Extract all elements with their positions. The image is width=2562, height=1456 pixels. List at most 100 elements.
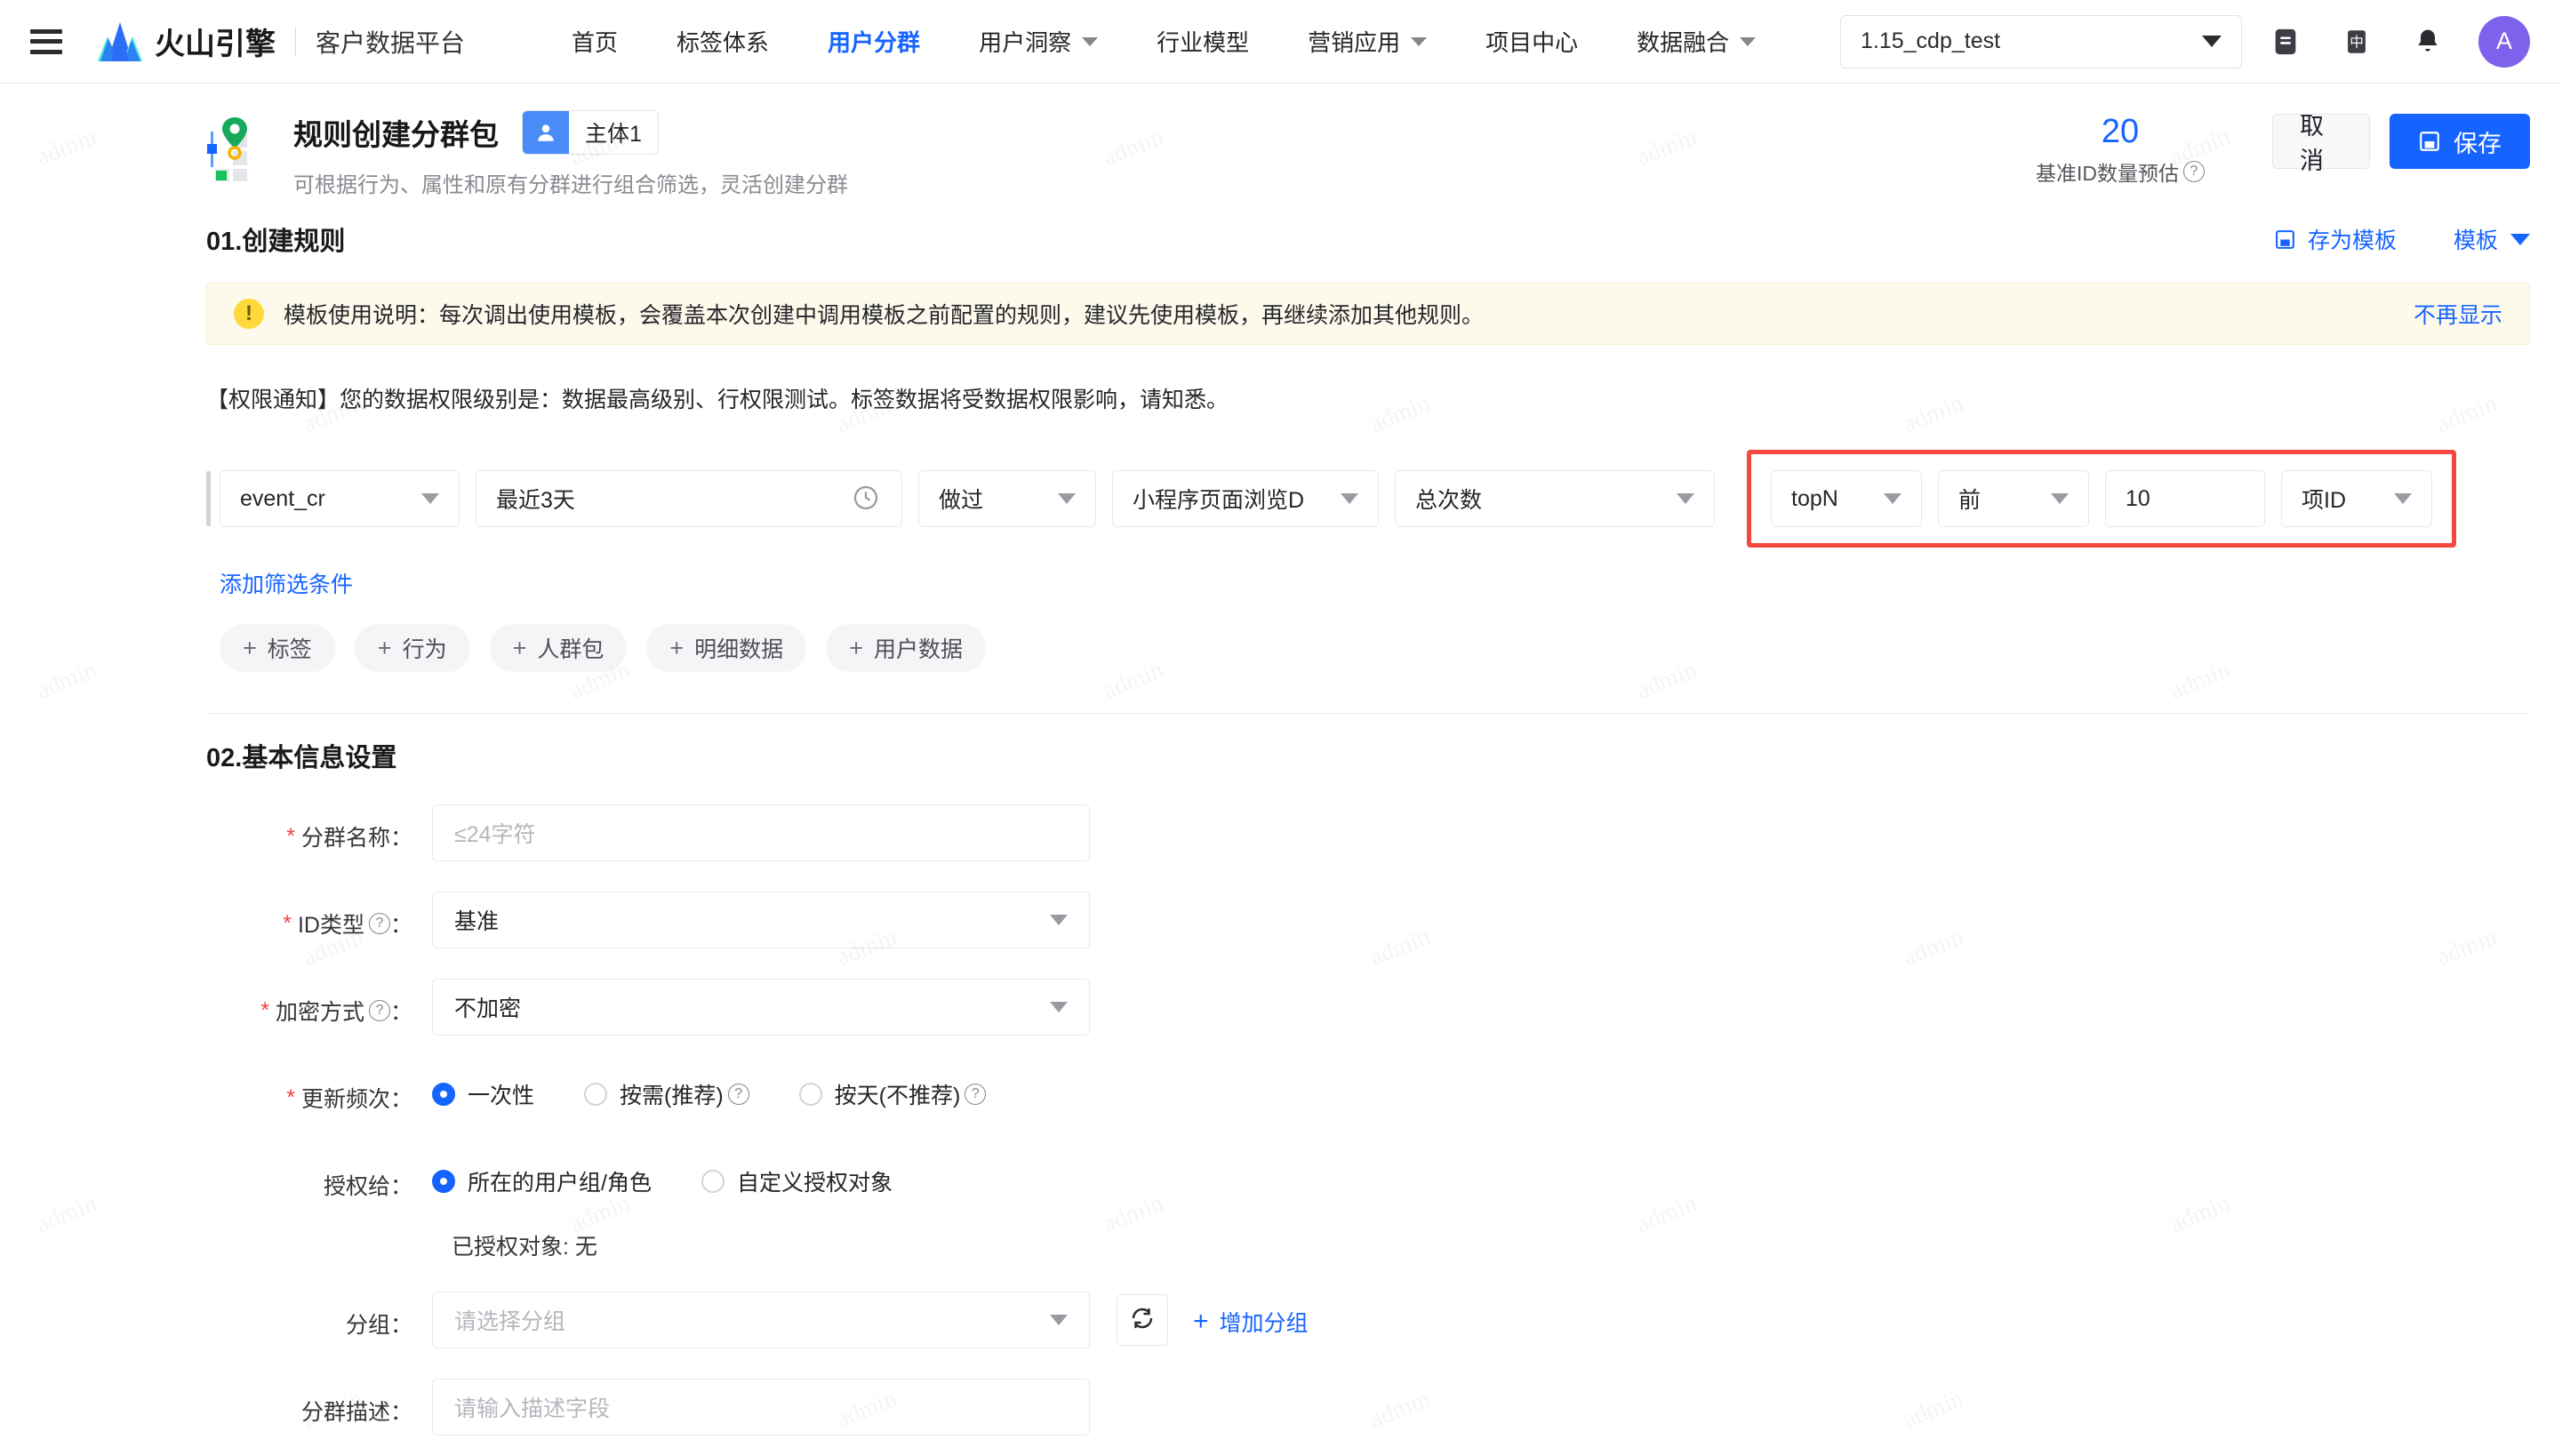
nav-label: 首页 — [572, 29, 619, 56]
grant-option-custom[interactable]: 自定义授权对象 — [701, 1165, 893, 1197]
add-crowd-package-label: 人群包 — [537, 637, 604, 662]
help-icon[interactable]: ? — [965, 1084, 987, 1105]
chevron-down-icon — [421, 493, 439, 504]
workspace-icon[interactable] — [2258, 14, 2313, 69]
brand-name: 火山引擎 — [155, 28, 276, 61]
template-usage-notice: ! 模板使用说明：每次调出使用模板，会覆盖本次创建中调用模板之前配置的规则，建议… — [206, 283, 2530, 345]
language-icon[interactable]: 中 — [2329, 14, 2384, 69]
add-detail-data-chip[interactable]: + 明细数据 — [646, 624, 807, 672]
save-button[interactable]: 保存 — [2390, 114, 2530, 169]
radio-dot-icon — [584, 1083, 608, 1106]
form-row-id-type: * ID类型 ? ： 基准 — [206, 892, 2530, 948]
chevron-down-icon — [1884, 493, 1901, 504]
event-name-select[interactable]: 小程序页面浏览D — [1112, 470, 1379, 527]
clock-icon — [852, 484, 882, 514]
date-range-value: 最近3天 — [496, 488, 575, 513]
bell-icon[interactable] — [2400, 14, 2455, 69]
freq-option-on-demand[interactable]: 按需(推荐) ? — [584, 1078, 749, 1110]
section-02-title: 02.基本信息设置 — [206, 744, 397, 772]
estimate-block: 20 基准ID数量预估 ? — [2036, 113, 2205, 187]
avatar[interactable]: A — [2478, 15, 2530, 68]
nav-item-home[interactable]: 首页 — [572, 25, 618, 58]
add-behavior-chip[interactable]: + 行为 — [354, 624, 470, 672]
rule-row-indicator — [206, 471, 211, 526]
help-icon[interactable]: ? — [368, 913, 390, 934]
freq-option-one-time[interactable]: 一次性 — [432, 1078, 534, 1110]
add-tag-chip[interactable]: + 标签 — [220, 624, 335, 672]
save-button-label: 保存 — [2454, 130, 2502, 157]
subject-badge[interactable]: 主体1 — [522, 110, 659, 155]
grant-option-user-group[interactable]: 所在的用户组/角色 — [432, 1165, 652, 1197]
nav-item-project-center[interactable]: 项目中心 — [1485, 25, 1578, 58]
nav-item-user-segmentation[interactable]: 用户分群 — [828, 25, 920, 58]
chevron-down-icon — [1050, 1002, 1068, 1012]
template-dropdown[interactable]: 模板 — [2454, 223, 2530, 255]
add-crowd-package-chip[interactable]: + 人群包 — [489, 624, 628, 672]
nav-item-industry-model[interactable]: 行业模型 — [1157, 25, 1249, 58]
event-select[interactable]: event_cr — [220, 470, 460, 527]
id-type-select[interactable]: 基准 — [432, 892, 1090, 948]
topn-direction-select[interactable]: 前 — [1938, 470, 2089, 527]
required-marker: * — [260, 997, 269, 1023]
help-icon[interactable]: ? — [727, 1084, 749, 1105]
nav-item-user-insight[interactable]: 用户洞察 — [979, 25, 1099, 58]
app-root: 火山引擎 客户数据平台 首页 标签体系 用户分群 用户洞察 行业模型 营销应用 — [0, 0, 2562, 1456]
topn-count-input[interactable]: 10 — [2105, 470, 2265, 527]
chevron-down-icon — [1050, 915, 1068, 925]
id-type-label: ID类型 — [297, 913, 364, 938]
topn-highlight-box: topN 前 10 项ID — [1747, 450, 2456, 548]
topn-direction-value: 前 — [1958, 488, 1982, 513]
date-range-select[interactable]: 最近3天 — [476, 470, 902, 527]
nav-item-data-fusion[interactable]: 数据融合 — [1637, 25, 1757, 58]
plus-icon: + — [512, 634, 527, 661]
form-row-description: 分群描述： 请输入描述字段 — [206, 1379, 2530, 1436]
nav-label: 用户分群 — [828, 29, 921, 56]
estimate-label-row: 基准ID数量预估 ? — [2036, 156, 2205, 187]
permission-note: 【权限通知】您的数据权限级别是：数据最高级别、行权限测试。标签数据将受数据权限影… — [206, 388, 1229, 412]
id-type-value: 基准 — [454, 909, 500, 934]
nav-label: 用户洞察 — [979, 29, 1072, 56]
add-user-data-chip[interactable]: + 用户数据 — [826, 624, 986, 672]
save-as-template-button[interactable]: 存为模板 — [2274, 223, 2397, 255]
description-input[interactable]: 请输入描述字段 — [432, 1379, 1090, 1436]
save-disk-icon — [2418, 130, 2441, 153]
aggregate-select[interactable]: 总次数 — [1395, 470, 1715, 527]
add-filter-condition-link[interactable]: 添加筛选条件 — [220, 567, 353, 599]
help-icon[interactable]: ? — [368, 1000, 390, 1021]
event-select-value: event_cr — [240, 485, 325, 511]
chevron-down-icon — [2051, 493, 2069, 504]
dismiss-notice-link[interactable]: 不再显示 — [2414, 298, 2502, 330]
radio-dot-icon — [432, 1083, 455, 1106]
nav-label: 行业模型 — [1157, 29, 1250, 56]
help-icon[interactable]: ? — [2183, 160, 2205, 182]
refresh-groups-button[interactable] — [1117, 1294, 1168, 1346]
grant-option-custom-label: 自定义授权对象 — [736, 1171, 893, 1196]
freq-option-daily-label: 按天(不推荐) — [834, 1084, 961, 1108]
required-marker: * — [283, 910, 292, 936]
segment-name-input[interactable]: ≤24字符 — [432, 804, 1090, 861]
nav-item-marketing-app[interactable]: 营销应用 — [1308, 25, 1428, 58]
chevron-down-icon — [2202, 36, 2222, 47]
hamburger-icon[interactable] — [30, 28, 62, 54]
project-selector[interactable]: 1.15_cdp_test — [1840, 14, 2242, 68]
chevron-down-icon — [1082, 36, 1099, 46]
behavior-condition-select[interactable]: 做过 — [918, 470, 1096, 527]
chevron-down-icon — [1411, 36, 1428, 46]
group-select-placeholder: 请选择分组 — [454, 1309, 566, 1334]
encryption-label-wrap: * 加密方式 ? ： — [206, 979, 412, 1028]
grant-to-radio-group: 所在的用户组/角色 自定义授权对象 — [432, 1153, 942, 1210]
warning-icon: ! — [234, 299, 264, 329]
section-divider — [206, 713, 2530, 714]
add-group-button[interactable]: + 增加分组 — [1193, 1306, 1309, 1338]
group-select[interactable]: 请选择分组 — [432, 1292, 1090, 1348]
freq-option-daily[interactable]: 按天(不推荐) ? — [798, 1078, 987, 1110]
nav-item-tag-system[interactable]: 标签体系 — [677, 25, 769, 58]
topn-id-field-select[interactable]: 项ID — [2281, 470, 2432, 527]
template-dropdown-label: 模板 — [2453, 228, 2498, 253]
chevron-down-icon — [1677, 493, 1694, 504]
cancel-button[interactable]: 取消 — [2272, 113, 2370, 174]
section-01-header: 01.创建规则 存为模板 模板 — [206, 220, 2530, 258]
update-frequency-radio-group: 一次性 按需(推荐) ? 按天(不推荐) ? — [432, 1066, 1036, 1123]
encryption-select[interactable]: 不加密 — [432, 979, 1090, 1036]
topn-mode-select[interactable]: topN — [1771, 470, 1922, 527]
